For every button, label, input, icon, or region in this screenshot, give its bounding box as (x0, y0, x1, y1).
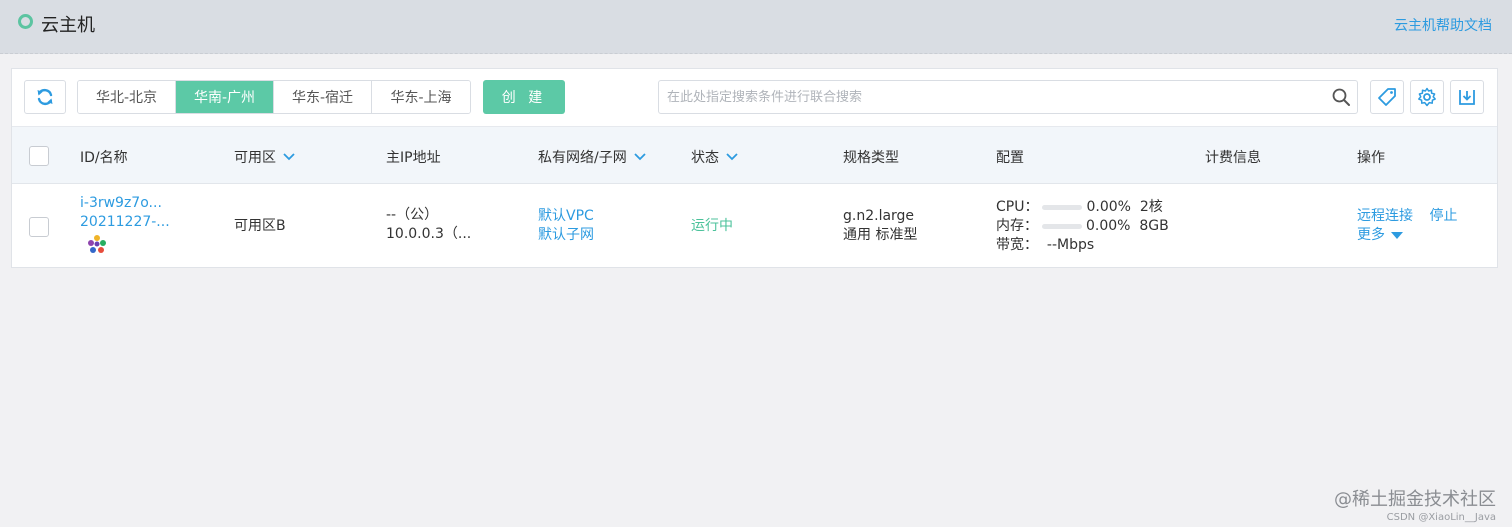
vpc-cell: 默认VPC 默认子网 (538, 207, 594, 245)
col-zone[interactable]: 可用区 (234, 147, 296, 167)
chevron-down-icon (726, 153, 738, 161)
region-tab-beijing[interactable]: 华北-北京 (78, 81, 176, 113)
instance-name-link[interactable]: 20211227-... (80, 213, 170, 232)
bandwidth-line: 带宽： --Mbps (996, 237, 1095, 253)
col-id-name: ID/名称 (80, 150, 128, 166)
col-billing: 计费信息 (1205, 150, 1261, 166)
config-cell: CPU： 0.00% 2核 内存： 0.00% 8GB 带宽： --Mbps (996, 198, 1169, 255)
spec-cell: g.n2.large 通用 标准型 (843, 207, 917, 245)
download-icon (1459, 90, 1475, 105)
caret-down-icon (1391, 231, 1403, 239)
chevron-down-icon (283, 153, 295, 161)
actions-cell: 远程连接 停止 更多 (1357, 207, 1457, 245)
status-ring-icon (18, 14, 33, 29)
instance-list-card: 华北-北京 华南-广州 华东-宿迁 华东-上海 创 建 在此处指定搜索条件进行联… (11, 68, 1498, 268)
vpc-link[interactable]: 默认VPC (538, 207, 594, 226)
refresh-icon (37, 89, 53, 105)
row-checkbox[interactable] (29, 217, 49, 237)
private-ip: 10.0.0.3（... (386, 226, 472, 242)
col-actions: 操作 (1357, 150, 1385, 166)
zone-cell: 可用区B (234, 218, 286, 234)
col-status[interactable]: 状态 (691, 147, 739, 167)
mem-usage-bar (1042, 223, 1082, 229)
region-tab-shanghai[interactable]: 华东-上海 (372, 81, 470, 113)
instance-id-link[interactable]: i-3rw9z7o... (80, 194, 170, 213)
more-dropdown[interactable]: 更多 (1357, 226, 1457, 245)
col-main-ip: 主IP地址 (386, 150, 441, 166)
status-badge: 运行中 (691, 218, 733, 234)
create-button[interactable]: 创 建 (483, 80, 565, 114)
tag-icon (1378, 88, 1396, 106)
col-config: 配置 (996, 150, 1024, 166)
select-all-checkbox[interactable] (29, 146, 49, 166)
page-title: 云主机 (41, 15, 95, 36)
stop-link[interactable]: 停止 (1429, 208, 1457, 224)
watermark: @稀土掘金技术社区 (1334, 489, 1496, 510)
table-header: ID/名称 可用区 主IP地址 私有网络/子网 状态 规格类型 配置 计费信息 … (12, 126, 1497, 184)
region-tabs: 华北-北京 华南-广州 华东-宿迁 华东-上海 (77, 80, 471, 114)
download-button[interactable] (1450, 80, 1484, 114)
spec-name: g.n2.large (843, 208, 915, 224)
table-row: i-3rw9z7o... 20211227-... 可用区B --（公） 10.… (12, 184, 1497, 268)
spec-type: 通用 标准型 (843, 227, 918, 243)
remote-connect-link[interactable]: 远程连接 (1357, 208, 1413, 224)
subnet-link[interactable]: 默认子网 (538, 226, 594, 245)
search-box (658, 80, 1358, 114)
search-input[interactable] (667, 81, 1307, 113)
page-header: 云主机 云主机帮助文档 (0, 0, 1512, 54)
cpu-line: CPU： 0.00% 2核 (996, 199, 1163, 215)
refresh-button[interactable] (24, 80, 66, 114)
public-ip: --（公） (386, 207, 439, 223)
tag-button[interactable] (1370, 80, 1404, 114)
region-tab-suqian[interactable]: 华东-宿迁 (274, 81, 372, 113)
chevron-down-icon (634, 153, 646, 161)
gear-icon (1418, 87, 1436, 107)
os-logo-icon (88, 235, 106, 253)
instance-id-cell: i-3rw9z7o... 20211227-... (80, 194, 170, 262)
search-icon[interactable] (1331, 87, 1351, 107)
help-doc-link[interactable]: 云主机帮助文档 (1394, 15, 1492, 35)
settings-button[interactable] (1410, 80, 1444, 114)
watermark-credit: CSDN @XiaoLin__Java (1386, 512, 1496, 523)
mem-line: 内存： 0.00% 8GB (996, 218, 1169, 234)
col-vpc[interactable]: 私有网络/子网 (538, 147, 647, 167)
col-spec: 规格类型 (843, 150, 899, 166)
toolbar: 华北-北京 华南-广州 华东-宿迁 华东-上海 创 建 (12, 69, 1497, 126)
region-tab-guangzhou[interactable]: 华南-广州 (176, 81, 274, 113)
cpu-usage-bar (1042, 204, 1083, 210)
ip-cell: --（公） 10.0.0.3（... (386, 206, 471, 244)
